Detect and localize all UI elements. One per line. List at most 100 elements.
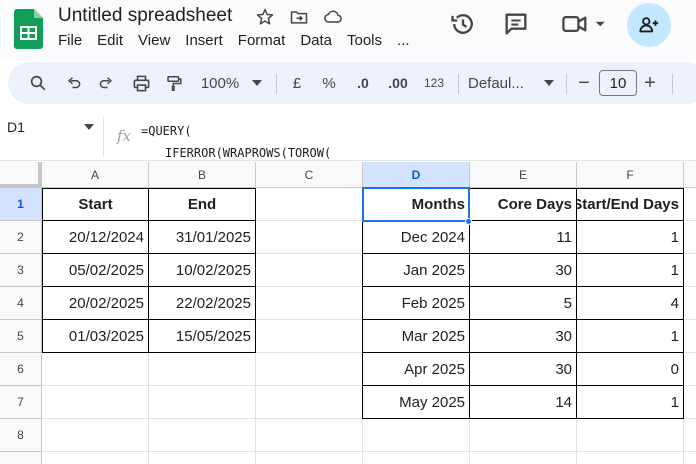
increase-font-size-button[interactable]: +: [639, 62, 661, 104]
cell-a5[interactable]: 01/03/2025: [42, 320, 149, 353]
cell-d7[interactable]: May 2025: [362, 386, 470, 419]
name-box-chevron-down-icon[interactable]: [84, 124, 94, 130]
column-header-g[interactable]: [684, 162, 696, 188]
fill-handle[interactable]: [465, 218, 472, 225]
empty-cell-g8[interactable]: [684, 419, 696, 452]
empty-cell-a7[interactable]: [42, 386, 149, 419]
empty-cell-a9[interactable]: [42, 452, 149, 464]
cell-a4[interactable]: 20/02/2025: [42, 287, 149, 320]
empty-cell-b8[interactable]: [149, 419, 256, 452]
cell-a3[interactable]: 05/02/2025: [42, 254, 149, 287]
empty-cell-c7[interactable]: [256, 386, 363, 419]
cell-e6[interactable]: 30: [470, 353, 577, 386]
row-header-4[interactable]: 4: [0, 287, 42, 320]
decrease-decimal-button[interactable]: .0: [350, 62, 376, 104]
empty-cell-b7[interactable]: [149, 386, 256, 419]
menu-file[interactable]: File: [58, 32, 82, 49]
font-size-input[interactable]: 10: [599, 70, 637, 96]
share-add-person-icon[interactable]: [627, 3, 671, 47]
spreadsheet-grid[interactable]: A B C D E F 1 2 3 4 5 6 7 8 Start End 20…: [0, 162, 696, 464]
empty-cell-g4[interactable]: [684, 287, 696, 320]
column-header-a[interactable]: A: [42, 162, 149, 188]
empty-cell-g2[interactable]: [684, 221, 696, 254]
formula-input[interactable]: =QUERY(IFERROR(WRAPROWS(TOROW(: [141, 120, 331, 164]
empty-cell-a8[interactable]: [42, 419, 149, 452]
empty-cell-c6[interactable]: [256, 353, 363, 386]
empty-cell-g7[interactable]: [684, 386, 696, 419]
empty-cell-c2[interactable]: [256, 221, 363, 254]
zoom-select[interactable]: 100%: [196, 62, 244, 104]
cell-a1[interactable]: Start: [42, 188, 149, 221]
menu-edit[interactable]: Edit: [97, 32, 123, 49]
search-icon[interactable]: [24, 62, 52, 104]
empty-cell-d8[interactable]: [363, 419, 470, 452]
row-header-2[interactable]: 2: [0, 221, 42, 254]
cloud-status-icon[interactable]: [322, 7, 344, 29]
history-icon[interactable]: [449, 10, 477, 38]
cell-f1[interactable]: Start/End Days: [577, 188, 684, 221]
empty-cell-b6[interactable]: [149, 353, 256, 386]
column-header-e[interactable]: E: [470, 162, 577, 188]
decrease-font-size-button[interactable]: −: [573, 62, 595, 104]
redo-icon[interactable]: [92, 62, 120, 104]
empty-cell-g1[interactable]: [684, 188, 696, 221]
menu-view[interactable]: View: [138, 32, 170, 49]
menu-insert[interactable]: Insert: [185, 32, 223, 49]
cell-e3[interactable]: 30: [470, 254, 577, 287]
column-header-b[interactable]: B: [149, 162, 256, 188]
undo-icon[interactable]: [60, 62, 88, 104]
increase-decimal-button[interactable]: .00: [382, 62, 414, 104]
print-icon[interactable]: [127, 62, 155, 104]
select-all-corner[interactable]: [0, 162, 42, 188]
document-title[interactable]: Untitled spreadsheet: [58, 5, 232, 27]
cell-e2[interactable]: 11: [470, 221, 577, 254]
cell-b2[interactable]: 31/01/2025: [149, 221, 256, 254]
cell-d5[interactable]: Mar 2025: [362, 320, 470, 353]
more-formats-button[interactable]: 123: [420, 62, 448, 104]
empty-cell-d9[interactable]: [363, 452, 470, 464]
column-header-c[interactable]: C: [256, 162, 363, 188]
empty-cell-c3[interactable]: [256, 254, 363, 287]
cell-f6[interactable]: 0: [577, 353, 684, 386]
empty-cell-e8[interactable]: [470, 419, 577, 452]
empty-cell-e9[interactable]: [470, 452, 577, 464]
bold-button[interactable]: [682, 62, 696, 104]
row-header-8[interactable]: 8: [0, 419, 42, 452]
menu-more[interactable]: ...: [397, 32, 410, 49]
column-header-d[interactable]: D: [363, 162, 470, 188]
empty-cell-c9[interactable]: [256, 452, 363, 464]
cell-e7[interactable]: 14: [470, 386, 577, 419]
menu-tools[interactable]: Tools: [347, 32, 382, 49]
cell-b3[interactable]: 10/02/2025: [149, 254, 256, 287]
zoom-chevron-down-icon[interactable]: [250, 62, 264, 104]
empty-cell-c1[interactable]: [256, 188, 363, 221]
name-box[interactable]: D1: [0, 113, 102, 141]
cell-f2[interactable]: 1: [577, 221, 684, 254]
row-header-6[interactable]: 6: [0, 353, 42, 386]
empty-cell-c4[interactable]: [256, 287, 363, 320]
row-header-3[interactable]: 3: [0, 254, 42, 287]
empty-cell-b9[interactable]: [149, 452, 256, 464]
cell-d4[interactable]: Feb 2025: [362, 287, 470, 320]
paint-format-icon[interactable]: [160, 62, 188, 104]
empty-cell-g9[interactable]: [684, 452, 696, 464]
row-header-7[interactable]: 7: [0, 386, 42, 419]
cell-e1[interactable]: Core Days: [470, 188, 577, 221]
cell-a2[interactable]: 20/12/2024: [42, 221, 149, 254]
cell-f4[interactable]: 4: [577, 287, 684, 320]
empty-cell-c5[interactable]: [256, 320, 363, 353]
meet-icon[interactable]: [560, 10, 606, 38]
cell-d3[interactable]: Jan 2025: [362, 254, 470, 287]
empty-cell-g6[interactable]: [684, 353, 696, 386]
sheets-logo-icon[interactable]: [14, 9, 43, 49]
empty-cell-c8[interactable]: [256, 419, 363, 452]
menu-data[interactable]: Data: [300, 32, 332, 49]
cell-b1[interactable]: End: [149, 188, 256, 221]
cell-f7[interactable]: 1: [577, 386, 684, 419]
row-header-9[interactable]: [0, 452, 42, 464]
cell-d2[interactable]: Dec 2024: [362, 221, 470, 254]
cell-f3[interactable]: 1: [577, 254, 684, 287]
move-folder-icon[interactable]: [288, 7, 310, 29]
cell-f5[interactable]: 1: [577, 320, 684, 353]
star-icon[interactable]: [255, 7, 277, 29]
